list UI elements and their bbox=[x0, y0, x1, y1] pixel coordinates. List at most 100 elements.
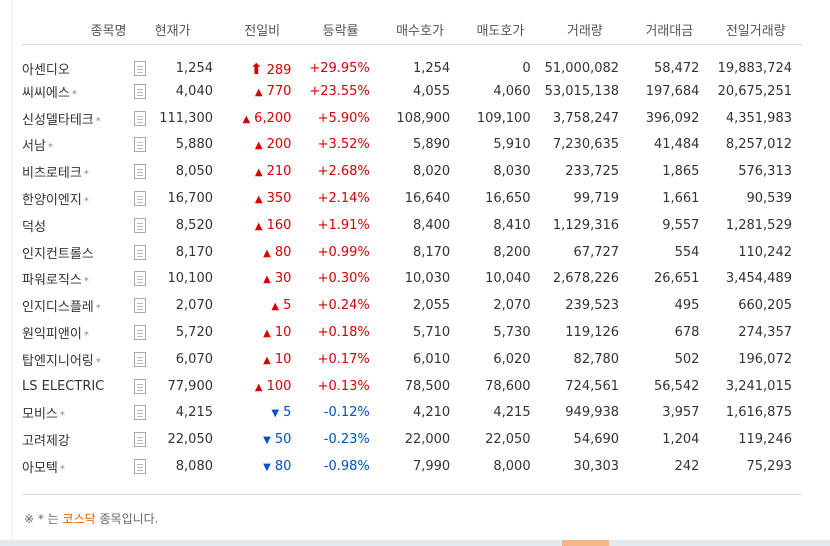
stock-table: 종목명 현재가 전일비 등락률 매수호가 매도호가 거래량 거래대금 전일거래량… bbox=[22, 14, 802, 480]
table-row: 원익피앤이 * 5,720 ▲ 10 +0.18% 5,710 5,730 119,126 678… bbox=[22, 319, 802, 346]
bid-cell: 10,030 bbox=[404, 271, 451, 287]
change-cell: ▲ 100 bbox=[223, 373, 301, 400]
rate-cell: +0.99% bbox=[317, 244, 370, 260]
ask-cell: 109,100 bbox=[476, 110, 531, 126]
prev-volume-cell: 196,072 bbox=[738, 351, 792, 367]
table-row: 아센디오 1,254 ⬆ 289 +29.95% 1,254 0 51,000,082 58,4… bbox=[22, 45, 802, 79]
rate-cell: +3.52% bbox=[317, 137, 370, 153]
price-cell: 8,050 bbox=[175, 164, 213, 180]
document-icon[interactable] bbox=[133, 110, 146, 126]
document-icon[interactable] bbox=[133, 405, 146, 421]
bottom-accent bbox=[562, 540, 609, 546]
document-icon[interactable] bbox=[133, 325, 146, 341]
stock-name-link[interactable]: 탑엔지니어링 bbox=[22, 354, 94, 369]
stock-name-link[interactable]: 파워로직스 bbox=[22, 273, 82, 288]
price-cell: 8,520 bbox=[175, 217, 213, 233]
header-change[interactable]: 전일비 bbox=[223, 14, 302, 45]
stock-name-cell: 서남 * bbox=[22, 132, 129, 159]
change-cell: ▼ 50 bbox=[223, 426, 301, 453]
footnote-prefix: ※ * 는 bbox=[24, 512, 63, 526]
document-icon[interactable] bbox=[133, 298, 146, 314]
stock-name-link[interactable]: 인지컨트롤스 bbox=[22, 247, 94, 262]
ask-cell: 78,600 bbox=[485, 378, 531, 394]
kosdaq-mark: * bbox=[71, 88, 77, 100]
stock-name-link[interactable]: 씨씨에스 bbox=[22, 86, 70, 101]
document-icon[interactable] bbox=[133, 351, 146, 367]
price-cell: 5,880 bbox=[175, 137, 213, 153]
header-ask[interactable]: 매도호가 bbox=[460, 14, 541, 45]
table-row: 서남 * 5,880 ▲ 200 +3.52% 5,890 5,910 7,230,635 41,… bbox=[22, 132, 802, 159]
amount-cell: 41,484 bbox=[653, 137, 700, 153]
up-triangle-icon: ▲ bbox=[254, 86, 263, 98]
header-volume[interactable]: 거래량 bbox=[540, 14, 630, 45]
bid-cell: 5,710 bbox=[412, 325, 451, 341]
rate-cell: +23.55% bbox=[309, 83, 370, 99]
up-triangle-icon: ▲ bbox=[254, 381, 263, 393]
document-icon[interactable] bbox=[133, 244, 146, 260]
amount-cell: 502 bbox=[674, 351, 700, 367]
bid-cell: 4,055 bbox=[412, 83, 451, 99]
rate-cell: -0.12% bbox=[323, 405, 370, 421]
header-prev-volume[interactable]: 전일거래량 bbox=[709, 14, 802, 45]
table-row: 덕성 8,520 ▲ 160 +1.91% 8,400 8,410 1,129,316 9,55… bbox=[22, 212, 802, 239]
amount-cell: 9,557 bbox=[662, 217, 700, 233]
document-icon[interactable] bbox=[133, 432, 146, 448]
stock-name-cell: 모비스 * bbox=[22, 400, 129, 427]
document-icon[interactable] bbox=[133, 164, 146, 180]
stock-name-link[interactable]: 서남 bbox=[22, 139, 46, 154]
volume-cell: 239,523 bbox=[565, 298, 620, 314]
stock-name-link[interactable]: 인지디스플레 bbox=[22, 300, 94, 315]
document-icon[interactable] bbox=[133, 137, 146, 153]
stock-name-link[interactable]: LS ELECTRIC bbox=[22, 379, 104, 394]
footnote-kosdaq-link[interactable]: 코스닥 bbox=[63, 512, 96, 526]
ask-cell: 5,730 bbox=[493, 325, 531, 341]
stock-name-link[interactable]: 모비스 bbox=[22, 407, 58, 422]
header-amount[interactable]: 거래대금 bbox=[629, 14, 710, 45]
document-icon[interactable] bbox=[133, 191, 146, 207]
limit-up-arrow-icon: ⬆ bbox=[249, 59, 263, 78]
ask-cell: 16,650 bbox=[485, 191, 531, 207]
price-cell: 5,720 bbox=[175, 325, 213, 341]
document-icon[interactable] bbox=[133, 83, 146, 99]
table-row: 신성델타테크 * 111,300 ▲ 6,200 +5.90% 108,900 109,100… bbox=[22, 105, 802, 132]
header-price[interactable]: 현재가 bbox=[150, 14, 223, 45]
document-icon[interactable] bbox=[133, 217, 146, 233]
bid-cell: 4,210 bbox=[412, 405, 451, 421]
price-cell: 1,254 bbox=[175, 61, 213, 76]
rate-cell: +29.95% bbox=[309, 61, 370, 76]
prev-volume-cell: 90,539 bbox=[746, 191, 793, 207]
change-value: 10 bbox=[274, 351, 292, 367]
stock-name-link[interactable]: 고려제강 bbox=[22, 434, 70, 449]
amount-cell: 58,472 bbox=[653, 61, 700, 76]
document-icon[interactable] bbox=[133, 61, 146, 76]
stock-list-panel: 종목명 현재가 전일비 등락률 매수호가 매도호가 거래량 거래대금 전일거래량… bbox=[0, 0, 830, 546]
header-rate[interactable]: 등락률 bbox=[301, 14, 380, 45]
bid-cell: 8,400 bbox=[412, 217, 451, 233]
kosdaq-mark: * bbox=[83, 169, 89, 181]
bid-cell: 8,170 bbox=[412, 244, 451, 260]
ask-cell: 8,030 bbox=[493, 164, 531, 180]
change-value: 50 bbox=[274, 432, 292, 448]
header-bid[interactable]: 매수호가 bbox=[379, 14, 461, 45]
stock-name-cell: 아센디오 bbox=[22, 45, 129, 78]
up-triangle-icon: ▲ bbox=[254, 140, 263, 152]
change-value: 289 bbox=[266, 62, 292, 78]
stock-name-link[interactable]: 한양이엔지 bbox=[22, 193, 82, 208]
table-row: 아모텍 * 8,080 ▼ 80 -0.98% 7,990 8,000 30,303 242 75,… bbox=[22, 453, 802, 480]
stock-name-link[interactable]: 아모텍 bbox=[22, 461, 58, 476]
change-value: 200 bbox=[266, 137, 292, 153]
change-cell: ▲ 770 bbox=[223, 78, 301, 105]
stock-name-link[interactable]: 원익피앤이 bbox=[22, 327, 82, 342]
stock-name-link[interactable]: 아센디오 bbox=[22, 63, 70, 78]
document-icon[interactable] bbox=[133, 378, 146, 394]
stock-name-link[interactable]: 덕성 bbox=[22, 220, 46, 235]
stock-name-link[interactable]: 비츠로테크 bbox=[22, 166, 82, 181]
doc-cell bbox=[129, 266, 151, 293]
document-icon[interactable] bbox=[133, 459, 146, 475]
price-cell: 4,040 bbox=[175, 83, 213, 99]
document-icon[interactable] bbox=[133, 271, 146, 287]
table-row: 인지디스플레 * 2,070 ▲ 5 +0.24% 2,055 2,070 239,523 495… bbox=[22, 292, 802, 319]
stock-name-link[interactable]: 신성델타테크 bbox=[22, 113, 94, 128]
up-triangle-icon: ▲ bbox=[254, 167, 263, 179]
header-name[interactable]: 종목명 bbox=[22, 14, 129, 45]
